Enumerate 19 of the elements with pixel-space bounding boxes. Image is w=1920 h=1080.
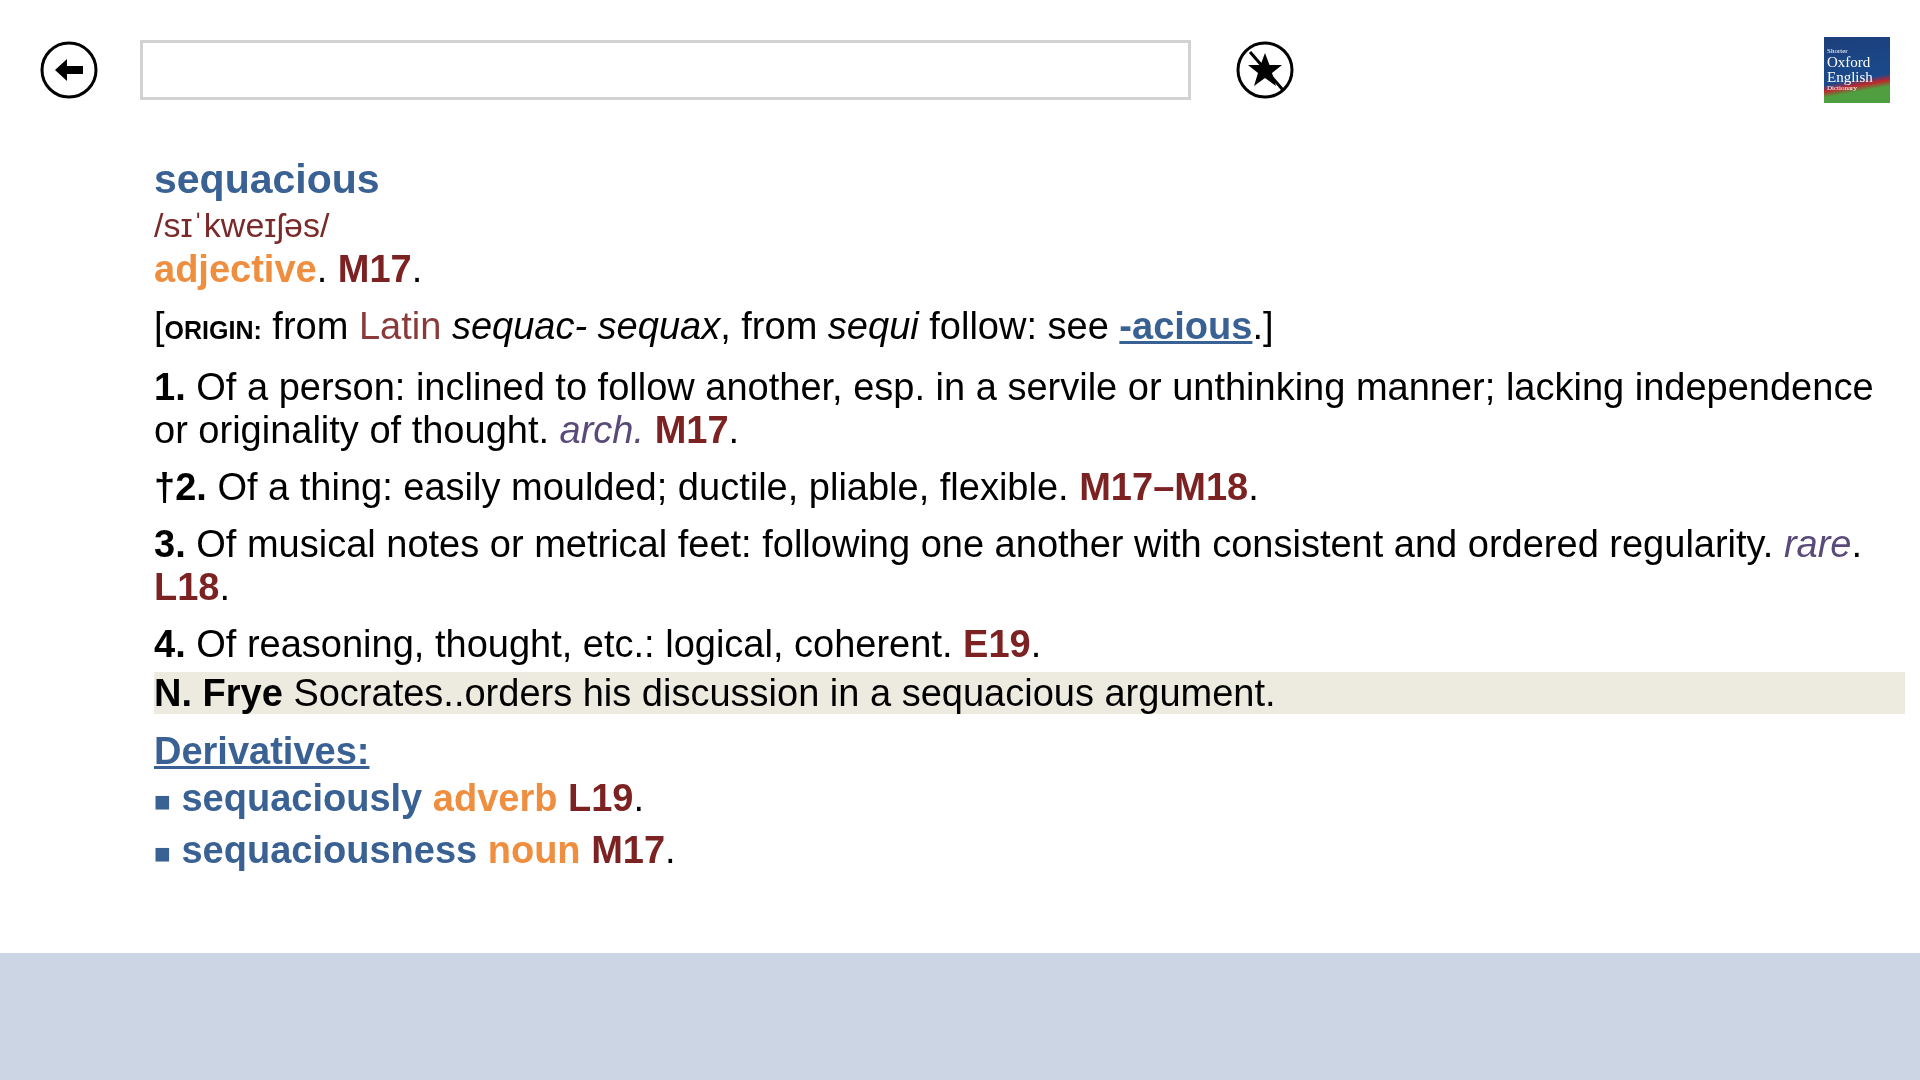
- logo-text: English: [1827, 70, 1873, 85]
- derivative-entry: ■ sequaciousness noun M17.: [154, 828, 677, 873]
- logo-text: Oxford: [1827, 55, 1871, 70]
- sense-definition: 4. Of reasoning, thought, etc.: logical, coherent. E19.: [154, 623, 1043, 666]
- sense-definition: 3. Of musical notes or metrical feet: following one another with consistent and ordered regularity. rare. L18.: [154, 523, 1864, 609]
- sense-definition: †2. Of a thing: easily moulded; ductile, pliable, flexible. M17–M18.: [154, 466, 1260, 509]
- derivatives-heading[interactable]: Derivatives:: [154, 728, 370, 774]
- cross-reference-link[interactable]: -acious: [1119, 305, 1253, 347]
- sense-definition: 1. Of a person: inclined to follow another, esp. in a servile or unthinking manner; lacking independence or originality of thought. arch. M17.: [154, 366, 1875, 452]
- back-icon: [39, 40, 99, 100]
- grammar-line: adjective. M17.: [154, 247, 424, 291]
- pronunciation: /sɪˈkweɪʃəs/: [154, 205, 331, 246]
- star-button[interactable]: [1234, 39, 1296, 101]
- quotation: N. Frye Socrates..orders his discussion in a sequacious argument.: [154, 672, 1905, 714]
- etymology-text: [ORIGIN: from Latin sequac- sequax, from sequi follow: see -acious.]: [154, 305, 1275, 349]
- derivative-entry: ■ sequaciously adverb L19.: [154, 776, 646, 821]
- headword: sequacious: [154, 155, 381, 203]
- search-field[interactable]: [140, 40, 1191, 100]
- back-button[interactable]: [38, 39, 100, 101]
